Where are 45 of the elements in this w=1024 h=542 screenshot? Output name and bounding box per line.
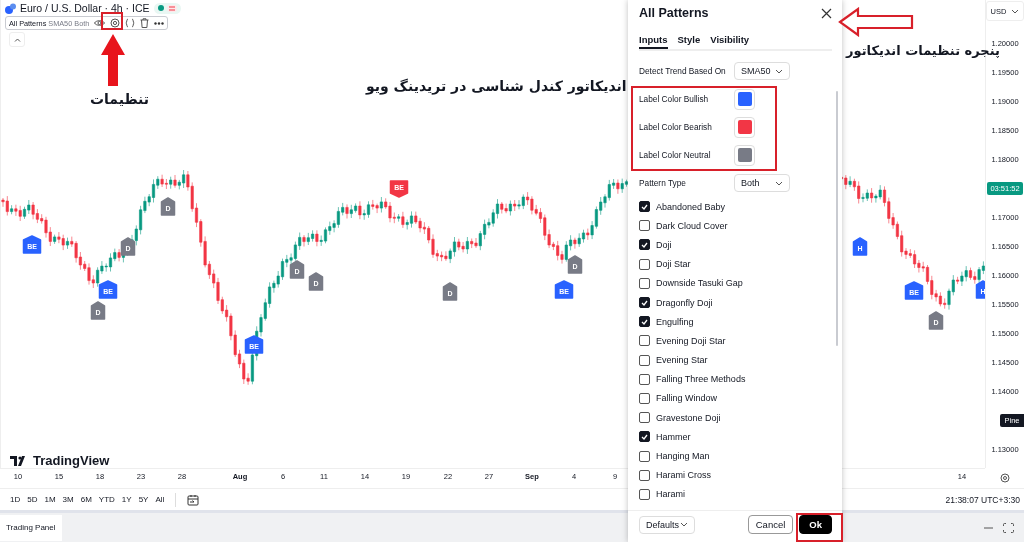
range-button[interactable]: 6M <box>80 495 92 504</box>
checkbox-label: Falling Three Methods <box>656 374 746 385</box>
field-label: Label Color Bearish <box>639 122 713 132</box>
field-label: Detect Trend Based On <box>639 66 727 76</box>
pattern-type-select[interactable]: Both <box>734 174 790 192</box>
annotation-title: اندیکاتور کندل شناسی در تریدینگ ویو <box>366 78 627 94</box>
annotation-label: تنظیمات <box>90 91 150 107</box>
checkbox-label: Engulfing <box>656 316 694 327</box>
checkbox-label: Gravestone Doji <box>656 412 721 423</box>
checkbox-label: Evening Doji Star <box>656 335 726 346</box>
checkbox-label: Abandoned Baby <box>656 201 726 212</box>
logo-text: TradingView <box>33 453 110 468</box>
tab[interactable]: Visibility <box>710 31 750 49</box>
checkbox-label: Dark Cloud Cover <box>656 220 728 231</box>
panel-tab[interactable]: Trading Panel <box>0 514 62 541</box>
range-button[interactable]: All <box>155 495 165 504</box>
range-button[interactable]: 1Y <box>121 495 132 504</box>
trend-select[interactable]: SMA50 <box>734 62 790 80</box>
field-label: Label Color Bullish <box>639 94 710 104</box>
dialog-title: All Patterns <box>639 6 709 20</box>
range-button[interactable]: 5Y <box>138 495 149 504</box>
range-button[interactable]: 1D <box>10 495 21 504</box>
range-button[interactable]: 3M <box>62 495 74 504</box>
range-button[interactable]: YTD <box>98 495 115 504</box>
checkbox-label: Falling Window <box>656 393 718 404</box>
range-button[interactable]: 5D <box>27 495 38 504</box>
checkbox-label: Evening Star <box>656 355 708 366</box>
tab[interactable]: Inputs <box>639 31 668 49</box>
checkbox-label: Doji Star <box>656 259 691 270</box>
checkbox-label: Harami <box>656 489 685 500</box>
checkbox-label: Harami Cross <box>656 470 711 481</box>
range-button[interactable]: 1M <box>44 495 56 504</box>
checkbox-label: Dragonfly Doji <box>656 297 713 308</box>
checkbox-label: Hanging Man <box>656 451 710 462</box>
field-label: Pattern Type <box>639 178 687 188</box>
ok-button[interactable]: Ok <box>799 515 832 534</box>
checkbox-label: Doji <box>656 239 672 250</box>
cancel-button[interactable]: Cancel <box>747 515 794 534</box>
field-label: Label Color Neutral <box>639 150 712 160</box>
tab[interactable]: Style <box>677 31 701 49</box>
clock: 21:38:07 UTC+3:30 <box>945 494 1020 505</box>
defaults-select[interactable]: Defaults <box>639 515 695 534</box>
symbol-title: Euro / U.S. Dollar · 4h · ICE <box>20 2 150 14</box>
checkbox-label: Downside Tasuki Gap <box>656 278 743 289</box>
checkbox-label: Hammer <box>656 431 691 442</box>
